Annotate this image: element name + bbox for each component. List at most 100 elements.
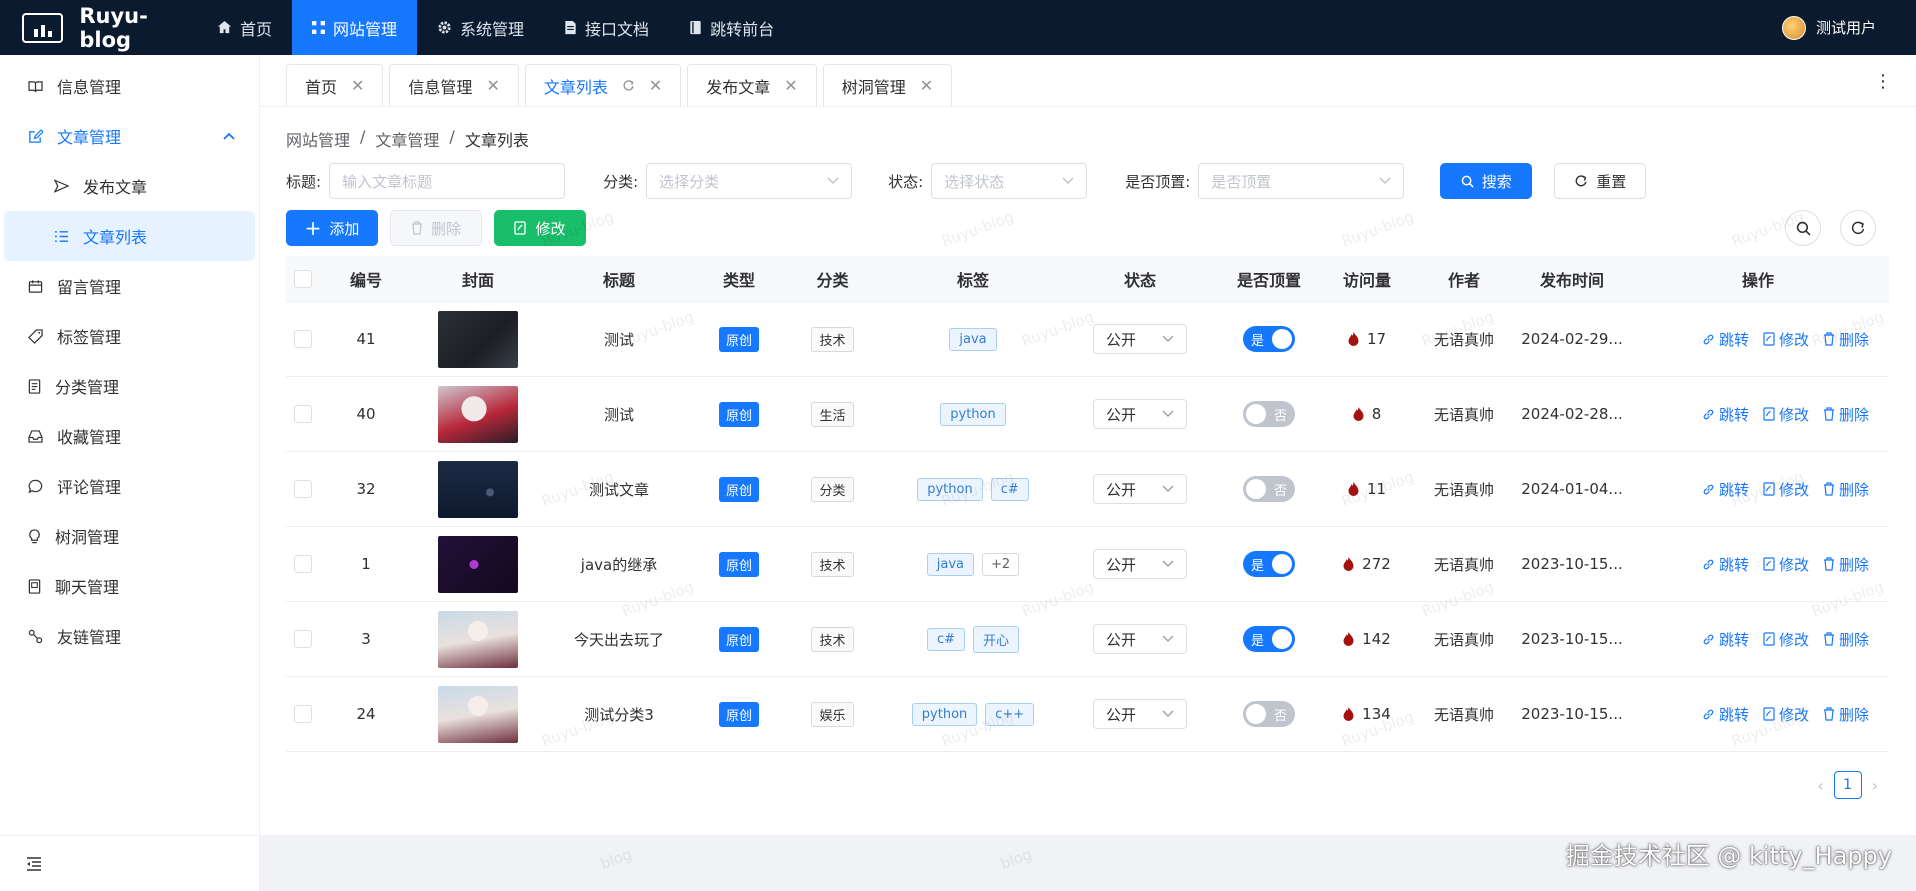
search-button[interactable]: 搜索 <box>1440 163 1533 199</box>
status-select[interactable]: 公开 <box>1093 324 1187 354</box>
tab-info[interactable]: 信息管理 ✕ <box>389 64 519 106</box>
jump-link[interactable]: 跳转 <box>1702 629 1749 650</box>
delete-link[interactable]: 删除 <box>1823 479 1869 500</box>
toggle-search-button[interactable] <box>1785 210 1821 246</box>
sidebar-item-chat[interactable]: 聊天管理 <box>0 561 259 611</box>
select-all-checkbox[interactable] <box>294 269 312 288</box>
status-select[interactable]: 公开 <box>1093 699 1187 729</box>
table-row[interactable]: 24 测试分类3 原创 娱乐 python c++ 公开 否 134 无语真帅 2… <box>286 677 1889 752</box>
more-vertical-icon[interactable]: ⋮ <box>1874 71 1892 92</box>
topmenu-system[interactable]: 系统管理 <box>417 0 544 55</box>
sidebar-item-messages[interactable]: 留言管理 <box>0 261 259 311</box>
topmenu-home[interactable]: 首页 <box>197 0 292 55</box>
sidebar-item-publish[interactable]: 发布文章 <box>0 161 259 211</box>
row-checkbox[interactable] <box>294 630 312 648</box>
edit-link[interactable]: 修改 <box>1763 479 1809 500</box>
cover-image[interactable] <box>438 685 518 743</box>
row-checkbox[interactable] <box>294 480 312 498</box>
close-icon[interactable]: ✕ <box>486 76 499 95</box>
jump-link[interactable]: 跳转 <box>1702 329 1749 350</box>
top-switch[interactable]: 否 <box>1243 701 1295 727</box>
row-checkbox[interactable] <box>294 555 312 573</box>
close-icon[interactable]: ✕ <box>784 76 797 95</box>
jump-link[interactable]: 跳转 <box>1702 479 1749 500</box>
category-badge: 生活 <box>811 401 854 427</box>
edit-link[interactable]: 修改 <box>1763 329 1809 350</box>
top-switch[interactable]: 否 <box>1243 401 1295 427</box>
status-select[interactable]: 公开 <box>1093 624 1187 654</box>
tab-treehole[interactable]: 树洞管理 ✕ <box>822 64 953 106</box>
delete-link[interactable]: 删除 <box>1823 404 1869 425</box>
delete-button[interactable]: 删除 <box>390 210 482 246</box>
breadcrumb-item[interactable]: 文章管理 <box>375 127 439 151</box>
add-button[interactable]: + 添加 <box>286 210 378 246</box>
row-checkbox[interactable] <box>294 330 312 348</box>
top-switch[interactable]: 是 <box>1243 626 1295 652</box>
sidebar-item-favorites[interactable]: 收藏管理 <box>0 411 259 461</box>
delete-link[interactable]: 删除 <box>1823 704 1869 725</box>
tab-article-list[interactable]: 文章列表 ✕ <box>524 64 682 106</box>
close-icon[interactable]: ✕ <box>920 76 933 95</box>
top-switch[interactable]: 否 <box>1243 476 1295 502</box>
next-page-icon[interactable]: › <box>1872 776 1878 795</box>
top-select[interactable]: 是否顶置 <box>1198 163 1405 199</box>
publish-date: 2023-10-15... <box>1521 630 1623 648</box>
jump-link[interactable]: 跳转 <box>1702 554 1749 575</box>
edit-link[interactable]: 修改 <box>1763 704 1809 725</box>
sidebar-item-info[interactable]: 信息管理 <box>0 61 259 111</box>
cover-image[interactable] <box>438 460 518 518</box>
sidebar-item-articles[interactable]: 文章管理 <box>0 111 259 161</box>
sidebar-item-links[interactable]: 友链管理 <box>0 611 259 661</box>
top-switch[interactable]: 是 <box>1243 551 1295 577</box>
table-row[interactable]: 1 java的继承 原创 技术 java +2 公开 是 272 无语真帅 202… <box>286 527 1889 602</box>
table-row[interactable]: 40 测试 原创 生活 python 公开 否 8 无语真帅 2024-02-2… <box>286 377 1889 452</box>
delete-link[interactable]: 删除 <box>1823 554 1869 575</box>
prev-page-icon[interactable]: ‹ <box>1817 776 1823 795</box>
reset-button[interactable]: 重置 <box>1554 163 1647 199</box>
page-number[interactable]: 1 <box>1833 771 1862 799</box>
category-select[interactable]: 选择分类 <box>646 163 853 199</box>
table-row[interactable]: 3 今天出去玩了 原创 技术 c# 开心 公开 是 142 无语真帅 2023-1… <box>286 602 1889 677</box>
edit-link[interactable]: 修改 <box>1763 554 1809 575</box>
status-select[interactable]: 选择状态 <box>931 163 1088 199</box>
tab-home[interactable]: 首页 ✕ <box>286 64 384 106</box>
tab-publish[interactable]: 发布文章 ✕ <box>687 64 817 106</box>
status-select[interactable]: 公开 <box>1093 549 1187 579</box>
cell-category: 分类 <box>784 452 881 526</box>
cover-image[interactable] <box>438 535 518 593</box>
cover-image[interactable] <box>438 385 518 443</box>
sidebar-item-tags[interactable]: 标签管理 <box>0 311 259 361</box>
jump-link[interactable]: 跳转 <box>1702 404 1749 425</box>
sidebar-item-categories[interactable]: 分类管理 <box>0 361 259 411</box>
table-row[interactable]: 32 测试文章 原创 分类 python c# 公开 否 11 无语真帅 2024… <box>286 452 1889 527</box>
sidebar-item-treehole[interactable]: 树洞管理 <box>0 511 259 561</box>
sidebar-item-comments[interactable]: 评论管理 <box>0 461 259 511</box>
sidebar-collapse-button[interactable] <box>0 835 260 891</box>
delete-link[interactable]: 删除 <box>1823 629 1869 650</box>
edit-button[interactable]: 修改 <box>494 210 586 246</box>
status-select[interactable]: 公开 <box>1093 474 1187 504</box>
topmenu-site-manage[interactable]: 网站管理 <box>292 0 418 55</box>
refresh-table-button[interactable] <box>1840 210 1876 246</box>
edit-link[interactable]: 修改 <box>1763 629 1809 650</box>
edit-link[interactable]: 修改 <box>1763 404 1809 425</box>
user-menu[interactable]: 测试用户 <box>1781 15 1916 40</box>
row-checkbox[interactable] <box>294 405 312 423</box>
row-checkbox[interactable] <box>294 705 312 723</box>
topmenu-frontend[interactable]: 跳转前台 <box>669 0 794 55</box>
cover-image[interactable] <box>438 610 518 668</box>
title-search-input[interactable]: 输入文章标题 <box>329 163 566 199</box>
breadcrumb-item[interactable]: 网站管理 <box>286 127 350 151</box>
sidebar-item-article-list[interactable]: 文章列表 <box>4 211 255 261</box>
jump-link[interactable]: 跳转 <box>1702 704 1749 725</box>
refresh-icon[interactable] <box>622 79 635 92</box>
close-icon[interactable]: ✕ <box>649 76 662 95</box>
brand[interactable]: Ruyu-blog <box>0 0 197 55</box>
close-icon[interactable]: ✕ <box>351 76 364 95</box>
delete-link[interactable]: 删除 <box>1823 329 1869 350</box>
cover-image[interactable] <box>438 310 518 368</box>
topmenu-api-docs[interactable]: 接口文档 <box>544 0 669 55</box>
table-row[interactable]: 41 测试 原创 技术 java 公开 是 17 无语真帅 2024-02-29… <box>286 302 1889 377</box>
status-select[interactable]: 公开 <box>1093 399 1187 429</box>
top-switch[interactable]: 是 <box>1243 326 1295 352</box>
